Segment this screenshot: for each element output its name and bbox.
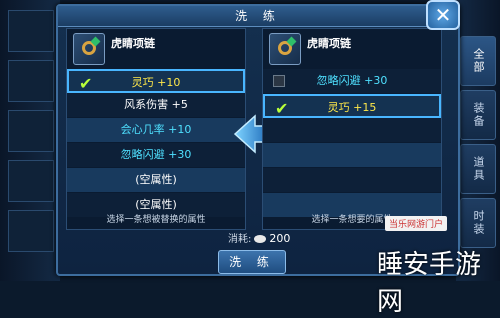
item-header: 虎睛项链 <box>67 29 245 69</box>
necklace-icon <box>73 33 105 65</box>
attribute-text: 忽略闪避 +30 <box>316 74 388 87</box>
attribute-text: 灵巧 +10 <box>131 76 181 89</box>
refine-button[interactable]: 洗 练 <box>218 250 286 274</box>
attribute-text: 会心几率 +10 <box>120 123 192 136</box>
bg-slot <box>8 60 54 102</box>
silver-icon <box>254 235 267 243</box>
necklace-icon <box>269 33 301 65</box>
attribute-text: 忽略闪避 +30 <box>120 148 192 161</box>
bg-slot <box>8 160 54 202</box>
attribute-row[interactable]: ✔ 灵巧 +10 <box>67 69 245 93</box>
side-tab-all[interactable]: 全部 <box>460 36 496 86</box>
side-tab-equipment[interactable]: 装备 <box>460 90 496 140</box>
attribute-row[interactable]: ✔ 灵巧 +15 <box>263 94 441 118</box>
attribute-text: 风系伤害 +5 <box>124 98 188 111</box>
watermark-badge: 当乐网游门户 <box>385 216 448 231</box>
close-icon: ✕ <box>434 3 452 27</box>
attribute-row[interactable]: (空属性) <box>67 168 245 193</box>
close-button[interactable]: ✕ <box>426 0 460 30</box>
attribute-row[interactable]: 忽略闪避 +30 <box>263 69 441 94</box>
attribute-text: (空属性) <box>135 173 177 186</box>
side-tab-fashion[interactable]: 时装 <box>460 198 496 248</box>
left-hint: 选择一条想被替换的属性 <box>106 215 206 225</box>
side-tab-items[interactable]: 道具 <box>460 144 496 194</box>
dialog-title: 洗 练 <box>58 6 458 27</box>
current-attributes-panel: 虎睛项链 ✔ 灵巧 +10 风系伤害 +5 会心几率 +10 忽略闪避 +30 … <box>66 28 246 230</box>
attribute-row <box>263 143 441 168</box>
attribute-row[interactable]: 风系伤害 +5 <box>67 93 245 118</box>
new-attributes-panel: 虎睛项链 忽略闪避 +30 ✔ 灵巧 +15 选择一条想要的属性 <box>262 28 442 230</box>
checkbox[interactable] <box>273 75 285 87</box>
refine-dialog: 洗 练 虎睛项链 ✔ 灵巧 +10 风系伤害 +5 会心几率 +10 忽略闪避 … <box>56 4 460 276</box>
attribute-row <box>263 168 441 193</box>
cost-display: 消耗: 200 <box>228 230 290 245</box>
watermark-text: 睡安手游网 <box>377 250 482 317</box>
cost-label: 消耗: <box>228 234 252 245</box>
attribute-row <box>263 118 441 143</box>
attribute-text: 灵巧 +15 <box>327 101 377 114</box>
attribute-row[interactable]: 忽略闪避 +30 <box>67 143 245 168</box>
background-left <box>0 0 60 281</box>
item-name: 虎睛项链 <box>111 37 155 50</box>
item-header: 虎睛项链 <box>263 29 441 69</box>
cost-amount: 200 <box>269 232 291 245</box>
bg-slot <box>8 110 54 152</box>
item-name: 虎睛项链 <box>307 37 351 50</box>
bg-slot <box>8 210 54 252</box>
side-tabs: 全部 装备 道具 时装 <box>456 0 500 281</box>
attribute-row[interactable]: 会心几率 +10 <box>67 118 245 143</box>
bg-slot <box>8 10 54 52</box>
